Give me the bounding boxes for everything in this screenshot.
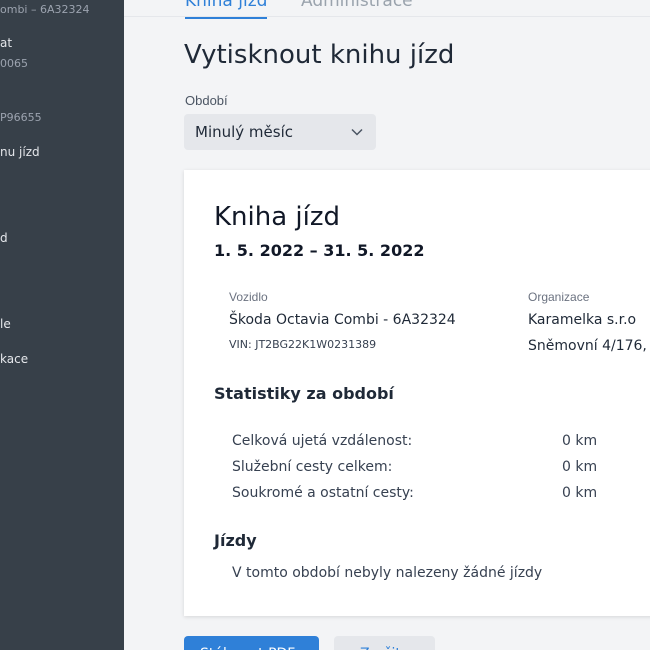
tab-logbook-label: Kniha jízd [185, 0, 268, 11]
stat-label-total: Celková ujetá vzdálenost: [232, 433, 413, 449]
vehicle-label: Vozidlo [229, 290, 268, 304]
sidebar-item-5[interactable]: d [0, 231, 8, 245]
sidebar-item-2-sub: P96655 [0, 111, 42, 124]
chevron-down-icon [351, 128, 363, 136]
rides-empty-message: V tomto období nebyly nalezeny žádné jíz… [232, 565, 543, 581]
stat-label-business: Služební cesty celkem: [232, 459, 393, 475]
vehicle-name: Škoda Octavia Combi - 6A32324 [229, 312, 456, 328]
period-select-value: Minulý měsíc [195, 123, 294, 141]
sidebar-item-6[interactable]: le [0, 317, 11, 331]
stat-label-private: Soukromé a ostatní cesty: [232, 485, 414, 501]
sidebar-vehicle-header[interactable]: ombi – 6A32324 [0, 3, 90, 16]
organization-name: Karamelka s.r.o [528, 312, 637, 328]
sidebar-item-1-sub: 0065 [0, 57, 28, 70]
report-date-range: 1. 5. 2022 – 31. 5. 2022 [214, 241, 425, 260]
sidebar-item-logbook[interactable]: nu jízd [0, 145, 40, 159]
sidebar-item-1[interactable]: at [0, 36, 12, 50]
tab-active-indicator [185, 17, 268, 19]
main-content: Kniha jízd Administrace Vytisknout knihu… [124, 0, 650, 650]
period-label: Období [185, 93, 228, 108]
organization-address: Sněmovní 4/176, [528, 338, 647, 354]
cancel-button[interactable]: Zrušit [334, 636, 435, 650]
rides-heading: Jízdy [214, 531, 257, 550]
tab-bar: Kniha jízd Administrace [124, 0, 650, 19]
stat-value-total: 0 km [562, 433, 598, 449]
download-pdf-button[interactable]: Stáhnout PDF [184, 636, 319, 650]
sidebar-item-7[interactable]: kace [0, 352, 28, 366]
logbook-report-card: Kniha jízd 1. 5. 2022 – 31. 5. 2022 Vozi… [184, 170, 650, 616]
organization-label: Organizace [528, 290, 590, 304]
stats-heading: Statistiky za období [214, 384, 394, 403]
page-title: Vytisknout knihu jízd [184, 40, 455, 70]
period-select[interactable]: Minulý měsíc [184, 114, 376, 150]
vehicle-vin: VIN: JT2BG22K1W0231389 [229, 338, 377, 351]
stat-value-business: 0 km [562, 459, 598, 475]
stat-value-private: 0 km [562, 485, 598, 501]
report-title: Kniha jízd [214, 202, 341, 232]
tab-administration[interactable]: Administrace [301, 0, 413, 11]
sidebar: ombi – 6A32324 at 0065 P96655 nu jízd d … [0, 0, 124, 650]
tab-logbook[interactable]: Kniha jízd [185, 0, 268, 19]
